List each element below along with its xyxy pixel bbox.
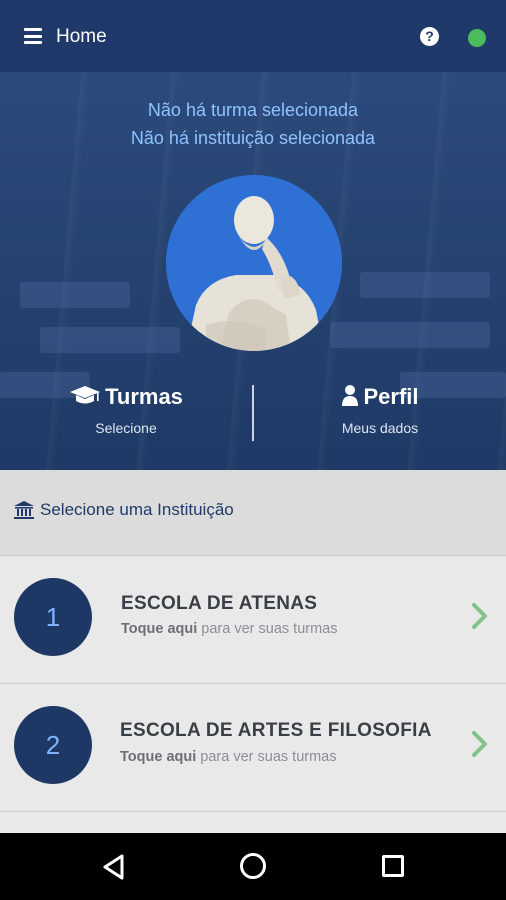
help-icon[interactable]: ? <box>420 27 439 46</box>
institution-header: Selecione uma Instituição <box>0 470 506 556</box>
no-institution-message: Não há instituição selecionada <box>130 128 376 148</box>
school-hint: Toque aqui para ver suas turmas <box>120 749 337 765</box>
turmas-subtitle: Selecione <box>95 420 157 436</box>
school-hint: Toque aqui para ver suas turmas <box>121 621 338 637</box>
perfil-title: Perfil <box>363 384 419 409</box>
institution-header-label: Selecione uma Instituição <box>40 500 234 519</box>
hero-panel: Não há turma selecionada Não há institui… <box>0 72 506 470</box>
app-bar: Home ? <box>0 0 506 72</box>
back-icon[interactable] <box>100 853 128 881</box>
no-class-message: Não há turma selecionada <box>147 100 359 120</box>
school-name: ESCOLA DE ATENAS <box>121 593 318 614</box>
turmas-title: Turmas <box>105 384 183 409</box>
system-navigation-bar <box>0 833 506 900</box>
home-icon[interactable] <box>240 853 266 879</box>
user-icon <box>342 385 359 406</box>
profile-avatar[interactable] <box>166 175 342 351</box>
school-name: ESCOLA DE ARTES E FILOSOFIA <box>120 720 432 741</box>
hamburger-menu-icon[interactable] <box>24 28 42 44</box>
turmas-shortcut[interactable]: Turmas Selecione <box>0 384 252 436</box>
page-title: Home <box>56 26 107 47</box>
status-indicator <box>468 29 486 47</box>
school-number-badge: 2 <box>14 706 92 784</box>
school-row[interactable]: 2 ESCOLA DE ARTES E FILOSOFIA Toque aqui… <box>0 684 506 812</box>
perfil-shortcut[interactable]: Perfil Meus dados <box>254 384 506 436</box>
school-number-badge: 1 <box>14 578 92 656</box>
recent-apps-icon[interactable] <box>382 855 404 877</box>
chevron-right-icon <box>472 731 487 757</box>
institution-icon <box>14 501 34 519</box>
school-row[interactable]: 1 ESCOLA DE ATENAS Toque aqui para ver s… <box>0 556 506 684</box>
chevron-right-icon <box>472 603 487 629</box>
perfil-subtitle: Meus dados <box>341 420 419 436</box>
statue-image <box>166 175 342 351</box>
graduation-cap-icon <box>70 386 101 404</box>
